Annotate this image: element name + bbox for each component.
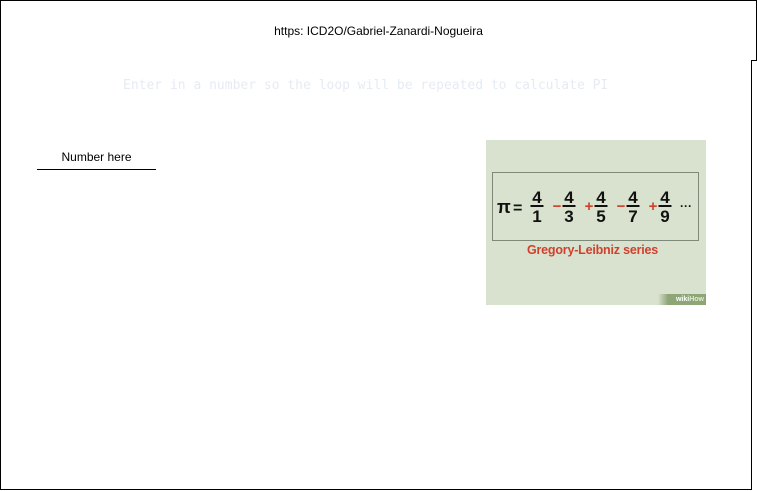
- logo-part-how: How: [689, 296, 704, 303]
- fraction-numerator: 4: [628, 188, 638, 207]
- instruction-text: Enter in a number so the loop will be re…: [123, 78, 609, 93]
- fraction-denominator: 1: [532, 207, 541, 226]
- ellipsis: ···: [680, 199, 692, 213]
- series-caption: Gregory-Leibniz series: [526, 243, 659, 257]
- fraction-numerator: 4: [660, 188, 670, 207]
- number-input[interactable]: [37, 145, 156, 170]
- wikihow-logo: wikiHow: [658, 294, 706, 305]
- series-operator: −: [617, 198, 626, 215]
- equals-sign: =: [513, 200, 522, 217]
- fraction-numerator: 4: [564, 188, 574, 207]
- fraction-denominator: 9: [660, 207, 669, 226]
- formula-svg: π = 41− 43+ 45− 47+ 49 ···: [497, 188, 692, 226]
- url-bar: https: ICD2O/Gabriel-Zanardi-Nogueira: [0, 0, 757, 61]
- series-operator: −: [553, 198, 562, 215]
- fraction-numerator: 4: [532, 188, 542, 207]
- logo-part-wiki: wiki: [675, 296, 690, 303]
- series-operator: +: [649, 198, 658, 215]
- fraction-denominator: 5: [596, 207, 605, 226]
- fraction-numerator: 4: [596, 188, 606, 207]
- gregory-leibniz-formula-image: π = 4 1−4 3 +4 5−4 7 +4 9 ··· Gregory-Leibniz s…: [486, 140, 706, 305]
- series-operator: +: [585, 198, 594, 215]
- fraction-denominator: 3: [564, 207, 573, 226]
- fraction-denominator: 7: [628, 207, 637, 226]
- url-text: https: ICD2O/Gabriel-Zanardi-Nogueira: [274, 23, 483, 38]
- pi-symbol: π: [497, 197, 511, 217]
